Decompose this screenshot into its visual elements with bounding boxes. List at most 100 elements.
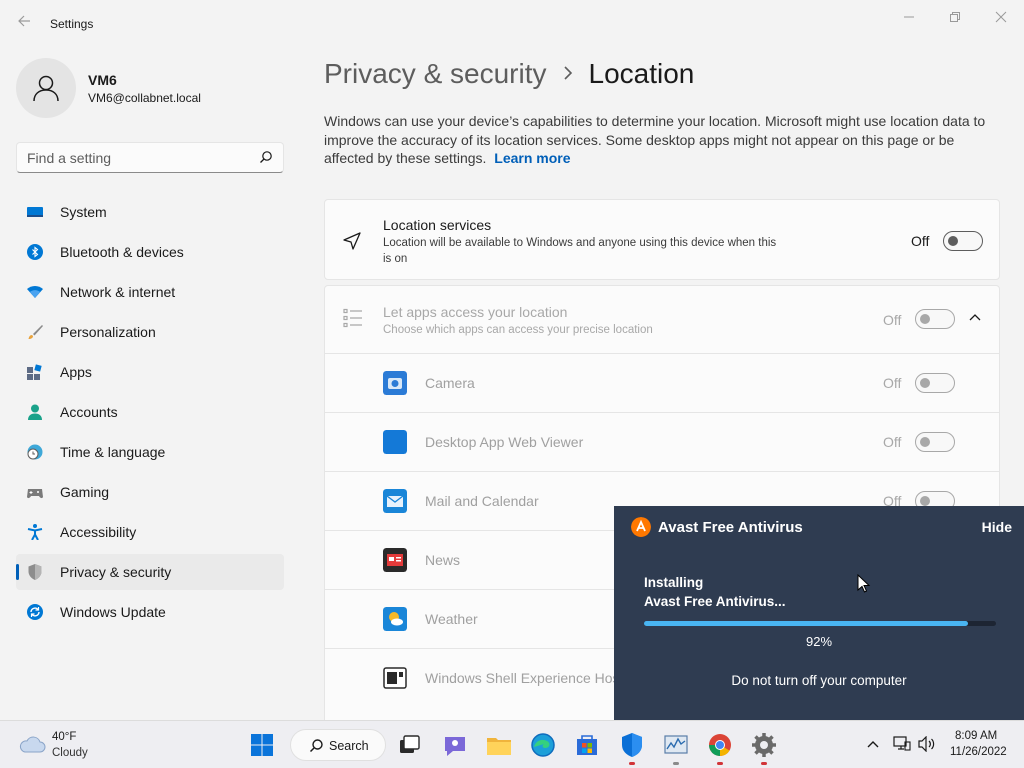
app-access-subtitle: Choose which apps can access your precis…	[383, 324, 653, 336]
web-viewer-app-icon	[383, 430, 407, 454]
app-row-camera: Camera Off	[325, 353, 999, 412]
list-icon	[343, 308, 362, 328]
task-view-icon[interactable]	[396, 731, 424, 759]
app-name: Mail and Calendar	[425, 493, 539, 509]
avatar[interactable]	[16, 58, 76, 118]
app-access-state: Off	[883, 312, 902, 328]
maximize-button[interactable]	[932, 6, 978, 28]
apps-icon	[27, 364, 42, 380]
chat-teams-icon[interactable]	[441, 731, 469, 759]
search-box[interactable]	[16, 142, 284, 173]
location-services-toggle[interactable]	[943, 231, 983, 251]
avast-hide-button[interactable]: Hide	[982, 519, 1012, 535]
windows-security-icon[interactable]	[618, 731, 646, 759]
minimize-button[interactable]	[886, 6, 932, 28]
restore-icon	[950, 12, 960, 22]
avast-progress-fill	[644, 621, 968, 626]
breadcrumb-parent[interactable]: Privacy & security	[324, 58, 547, 90]
sidebar-item-label: Accounts	[60, 404, 118, 420]
sidebar-item-time-language[interactable]: Time & language	[16, 434, 284, 470]
user-email: VM6@collabnet.local	[88, 91, 201, 105]
search-icon[interactable]	[259, 150, 273, 164]
camera-toggle[interactable]	[915, 373, 955, 393]
sidebar-item-apps[interactable]: Apps	[16, 354, 284, 390]
user-name: VM6	[88, 72, 117, 88]
arrow-left-icon	[18, 15, 30, 27]
sidebar-item-label: Bluetooth & devices	[60, 244, 184, 260]
resource-monitor-icon[interactable]	[662, 731, 690, 759]
file-explorer-icon[interactable]	[485, 731, 513, 759]
app-title: Settings	[50, 17, 94, 31]
mail-app-icon	[383, 489, 407, 513]
location-services-subtitle-2: is on	[383, 253, 408, 265]
taskbar: 40°F Cloudy Search 8:09 AM 11/26/2022	[0, 720, 1024, 768]
start-button-windows-icon[interactable]	[248, 731, 276, 759]
taskbar-search-button[interactable]: Search	[290, 729, 386, 761]
web-viewer-toggle[interactable]	[915, 432, 955, 452]
avast-install-popup: Avast Free Antivirus Hide Installing Ava…	[614, 506, 1024, 720]
app-name: Weather	[425, 611, 478, 627]
app-name: News	[425, 552, 461, 568]
avast-logo-icon	[631, 517, 651, 537]
sidebar-item-personalization[interactable]: Personalization	[16, 314, 284, 350]
wifi-icon	[27, 286, 43, 298]
mouse-cursor-icon	[857, 574, 871, 593]
location-services-subtitle-1: Location will be available to Windows an…	[383, 237, 777, 249]
close-button[interactable]	[978, 6, 1024, 28]
search-icon	[309, 739, 323, 753]
sidebar-item-accessibility[interactable]: Accessibility	[16, 514, 284, 550]
settings-gear-icon[interactable]	[750, 731, 778, 759]
sidebar-item-gaming[interactable]: Gaming	[16, 474, 284, 510]
app-state: Off	[883, 375, 902, 391]
app-name: Camera	[425, 375, 475, 391]
sidebar-item-privacy-security[interactable]: Privacy & security	[16, 554, 284, 590]
app-access-toggle[interactable]	[915, 309, 955, 329]
app-access-title: Let apps access your location	[383, 304, 568, 320]
avast-title: Avast Free Antivirus	[658, 519, 803, 536]
search-input[interactable]	[17, 143, 237, 172]
camera-app-icon	[383, 371, 407, 395]
avast-progress-label: 92%	[805, 634, 833, 649]
chevron-up-icon[interactable]	[969, 313, 981, 321]
chevron-up-icon[interactable]	[866, 737, 880, 751]
chrome-browser-icon[interactable]	[706, 731, 734, 759]
monitor-icon	[27, 207, 43, 217]
page-title: Location	[588, 58, 695, 89]
page-description: Windows can use your device’s capabiliti…	[324, 112, 1004, 168]
sidebar-item-windows-update[interactable]: Windows Update	[16, 594, 284, 630]
accessibility-icon	[27, 524, 43, 540]
avast-status-line-2: Avast Free Antivirus...	[644, 594, 786, 609]
sidebar-item-bluetooth[interactable]: Bluetooth & devices	[16, 234, 284, 270]
running-indicator-alert	[761, 762, 767, 765]
sidebar-item-system[interactable]: System	[16, 194, 284, 230]
back-button[interactable]	[14, 14, 34, 34]
gamepad-icon	[27, 489, 43, 499]
app-name: Desktop App Web Viewer	[425, 434, 584, 450]
sidebar-item-accounts[interactable]: Accounts	[16, 394, 284, 430]
microsoft-store-icon[interactable]	[573, 731, 601, 759]
shell-experience-app-icon	[383, 667, 407, 689]
running-indicator-alert	[717, 762, 723, 765]
edge-browser-icon[interactable]	[529, 731, 557, 759]
news-app-icon	[383, 548, 407, 572]
sidebar-item-label: Accessibility	[60, 524, 137, 540]
clock-time[interactable]: 8:09 AM	[955, 730, 997, 742]
learn-more-link[interactable]: Learn more	[494, 150, 570, 166]
close-icon	[995, 11, 1007, 23]
running-indicator	[673, 762, 679, 765]
avast-progress-bar	[644, 621, 996, 626]
location-services-title: Location services	[383, 217, 492, 233]
shield-icon	[28, 564, 42, 580]
clock-date[interactable]: 11/26/2022	[950, 746, 1007, 758]
speaker-volume-icon[interactable]	[918, 736, 936, 752]
network-ethernet-icon[interactable]	[893, 736, 911, 752]
sidebar-item-label: Network & internet	[60, 284, 176, 300]
app-name: Windows Shell Experience Hos	[425, 670, 620, 686]
minimize-icon	[904, 16, 914, 18]
sidebar-item-label: Gaming	[60, 484, 110, 500]
cloud-icon[interactable]	[18, 733, 46, 755]
person-icon	[33, 75, 59, 102]
weather-condition: Cloudy	[52, 747, 88, 759]
sidebar-item-network[interactable]: Network & internet	[16, 274, 284, 310]
update-icon	[27, 604, 43, 620]
